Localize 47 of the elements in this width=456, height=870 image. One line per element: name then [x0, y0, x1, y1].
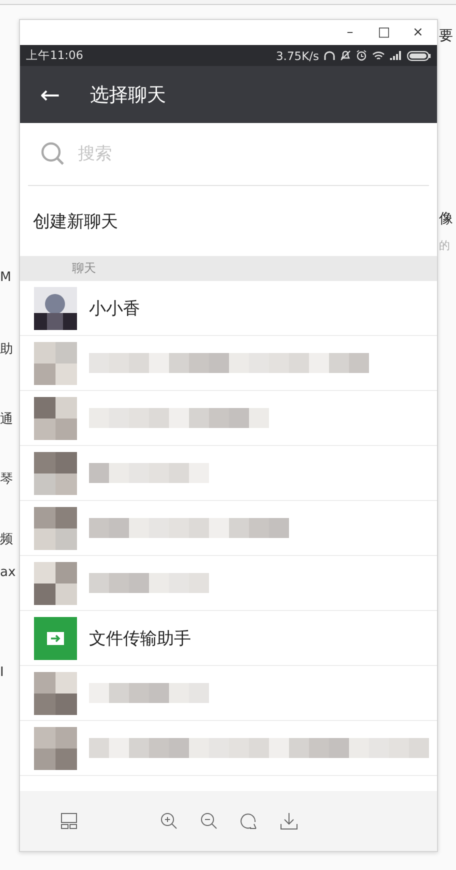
background-text: 频	[0, 531, 13, 548]
pixelated-avatar	[34, 342, 77, 384]
chat-name: 文件传输助手	[89, 628, 191, 650]
muted-bell-icon	[340, 50, 351, 61]
window-control-button[interactable]: –	[335, 22, 365, 44]
background-text: I	[0, 665, 4, 680]
create-chat-item[interactable]: 创建新聊天	[20, 186, 437, 256]
chat-item[interactable]	[20, 446, 437, 501]
download-button[interactable]	[278, 810, 300, 832]
thumbnails-button[interactable]	[58, 810, 80, 832]
window-control-button[interactable]: ×	[403, 22, 433, 44]
pixelated-avatar	[34, 726, 77, 770]
alarm-icon	[356, 50, 367, 61]
chat-item[interactable]: 文件传输助手	[20, 611, 437, 666]
background-text: 像	[439, 210, 453, 228]
headphone-icon	[324, 50, 335, 60]
pixelated-avatar	[34, 562, 77, 604]
chat-item[interactable]	[20, 391, 437, 446]
file-transfer-icon	[34, 616, 77, 660]
status-time: 上午11:06	[26, 48, 84, 63]
chat-item[interactable]	[20, 721, 437, 776]
background-text: 要	[439, 27, 453, 45]
network-speed: 3.75K/s	[276, 48, 319, 62]
background-text: ax	[0, 565, 16, 580]
background-text: 的	[439, 238, 450, 253]
background-text: 通	[0, 411, 13, 428]
chat-name: 小小香	[89, 298, 140, 320]
section-title: 聊天	[72, 260, 96, 277]
window-control-button[interactable]: □	[369, 22, 399, 44]
background-text: 助	[0, 341, 13, 358]
search-field[interactable]: 搜索	[76, 143, 280, 165]
pixelated-avatar	[34, 672, 77, 714]
chat-item[interactable]: 小小香	[20, 281, 437, 336]
chat-item[interactable]	[20, 666, 437, 721]
screen-title: 选择聊天	[90, 82, 166, 108]
background-text: M	[0, 270, 12, 285]
chat-item[interactable]	[20, 556, 437, 611]
chat-item[interactable]	[20, 501, 437, 556]
pixelated-avatar	[34, 452, 77, 494]
search-icon	[40, 141, 66, 167]
pixelated-avatar	[34, 506, 77, 550]
signal-icon	[390, 51, 402, 60]
battery-icon	[407, 50, 431, 60]
back-button[interactable]: ←	[24, 74, 76, 114]
background-text: 琴	[0, 471, 13, 488]
wifi-icon	[372, 50, 385, 60]
pixelated-avatar	[34, 396, 77, 440]
